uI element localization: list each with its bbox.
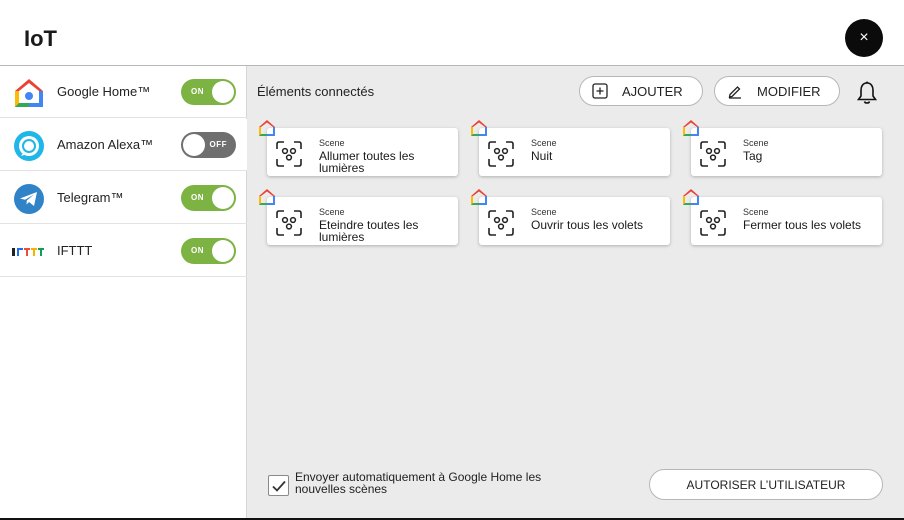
scene-card[interactable]: Scene Fermer tous les volets — [683, 189, 882, 245]
checkmark-icon — [271, 480, 286, 492]
plus-square-icon — [592, 83, 608, 99]
toggle-state-text: ON — [191, 193, 204, 202]
scene-icon — [276, 141, 302, 167]
scene-name: Allumer toutes les lumières — [319, 149, 415, 175]
section-title: Éléments connectés — [257, 84, 375, 99]
scene-name: Tag — [743, 149, 763, 163]
scene-type: Scene — [319, 138, 345, 148]
scene-icon — [488, 141, 514, 167]
scene-icon — [700, 210, 726, 236]
scene-type: Scene — [531, 207, 557, 217]
scene-type: Scene — [319, 207, 345, 217]
edit-button-label: MODIFIER — [757, 83, 821, 99]
top-bar: IoT × — [0, 0, 904, 66]
scene-type: Scene — [743, 138, 769, 148]
scene-type: Scene — [531, 138, 557, 148]
edit-button[interactable]: MODIFIER — [714, 76, 840, 106]
auto-send-checkbox[interactable] — [268, 475, 289, 496]
ifttt-toggle[interactable]: ON — [181, 238, 236, 264]
add-button[interactable]: AJOUTER — [579, 76, 703, 106]
close-button[interactable]: × — [845, 19, 883, 57]
telegram-icon — [12, 182, 46, 216]
google-home-icon — [259, 189, 275, 205]
google-home-icon — [471, 120, 487, 136]
scene-icon — [276, 210, 302, 236]
authorize-user-label: AUTORISER L’UTILISATEUR — [686, 477, 846, 492]
toggle-knob — [212, 240, 234, 262]
scene-card[interactable]: Scene Nuit — [471, 120, 670, 176]
scene-icon — [488, 210, 514, 236]
sidebar-item-google-home: Google Home™ ON — [0, 66, 247, 118]
scene-card[interactable]: Scene Allumer toutes les lumières — [259, 120, 458, 176]
sidebar-item-label: IFTTT — [57, 243, 93, 258]
sidebar: Google Home™ ON Amazon Alexa™ OFF Telegr… — [0, 66, 247, 520]
scene-card[interactable]: Scene Eteindre toutes les lumières — [259, 189, 458, 245]
bell-icon[interactable] — [855, 80, 879, 106]
scene-card[interactable]: Scene Ouvrir tous les volets — [471, 189, 670, 245]
google-home-icon — [471, 189, 487, 205]
close-icon: × — [859, 29, 869, 46]
authorize-user-button[interactable]: AUTORISER L’UTILISATEUR — [649, 469, 883, 500]
toggle-state-text: OFF — [209, 140, 227, 149]
page-title: IoT — [24, 26, 57, 51]
sidebar-item-label: Google Home™ — [57, 84, 151, 99]
scene-name: Nuit — [531, 149, 553, 163]
google-home-icon — [259, 120, 275, 136]
scene-icon — [700, 141, 726, 167]
sidebar-item-label: Amazon Alexa™ — [57, 137, 154, 152]
scene-type: Scene — [743, 207, 769, 217]
scene-card[interactable]: Scene Tag — [683, 120, 882, 176]
google-home-icon — [683, 189, 699, 205]
toggle-knob — [212, 81, 234, 103]
scene-name: Fermer tous les volets — [743, 218, 862, 232]
sidebar-item-label: Telegram™ — [57, 190, 124, 205]
scene-name: Ouvrir tous les volets — [531, 218, 644, 232]
sidebar-item-amazon-alexa: Amazon Alexa™ OFF — [0, 119, 247, 171]
sidebar-item-telegram: Telegram™ ON — [0, 172, 247, 224]
google-home-toggle[interactable]: ON — [181, 79, 236, 105]
toggle-state-text: ON — [191, 87, 204, 96]
auto-send-label: Envoyer automatiquement à Google Home le… — [295, 470, 542, 496]
google-home-icon — [683, 120, 699, 136]
toggle-knob — [183, 134, 205, 156]
scene-name: Eteindre toutes les lumières — [319, 218, 419, 244]
toggle-knob — [212, 187, 234, 209]
telegram-toggle[interactable]: ON — [181, 185, 236, 211]
alexa-icon — [12, 129, 46, 163]
ifttt-logo — [12, 235, 46, 269]
toggle-state-text: ON — [191, 246, 204, 255]
sidebar-item-ifttt: IFTTT ON — [0, 225, 247, 277]
amazon-alexa-toggle[interactable]: OFF — [181, 132, 236, 158]
add-button-label: AJOUTER — [622, 83, 683, 99]
connected-items-panel: Éléments connectés AJOUTER MODIFIER Scen… — [247, 66, 904, 518]
pencil-icon — [727, 83, 743, 99]
google-home-icon — [12, 76, 46, 110]
